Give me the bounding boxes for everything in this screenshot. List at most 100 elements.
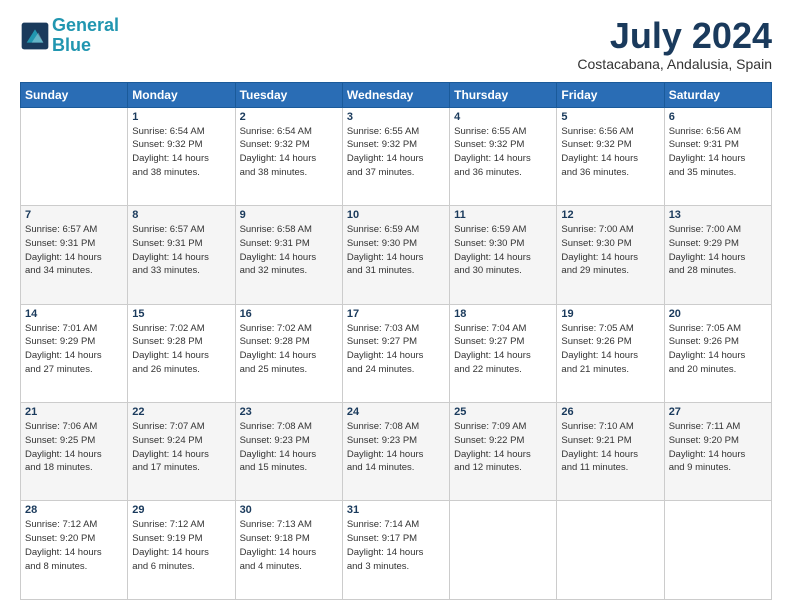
- day-cell: 6 Sunrise: 6:56 AM Sunset: 9:31 PM Daylig…: [664, 107, 771, 205]
- day-number: 2: [240, 111, 338, 123]
- day-cell: 7Sunrise: 6:57 AM Sunset: 9:31 PM Daylig…: [21, 206, 128, 304]
- week-row-0: 1 Sunrise: 6:54 AM Sunset: 9:32 PM Daylig…: [21, 107, 772, 205]
- day-cell: 8Sunrise: 6:57 AM Sunset: 9:31 PM Daylig…: [128, 206, 235, 304]
- day-cell: 25 Sunrise: 7:09 AM Sunset: 9:22 PM Dayli…: [450, 403, 557, 501]
- day-info: Sunrise: 6:59 AM Sunset: 9:30 PM Dayligh…: [347, 223, 445, 278]
- day-info: Sunrise: 7:09 AM Sunset: 9:22 PM Dayligh…: [454, 420, 552, 475]
- day-info: Sunrise: 6:59 AM Sunset: 9:30 PM Dayligh…: [454, 223, 552, 278]
- header: General Blue July 2024 Costacabana, Anda…: [20, 16, 772, 72]
- day-cell: 29 Sunrise: 7:12 AM Sunset: 9:19 PM Dayli…: [128, 501, 235, 600]
- header-day-wednesday: Wednesday: [342, 82, 449, 107]
- day-cell: 19 Sunrise: 7:05 AM Sunset: 9:26 PM Dayli…: [557, 304, 664, 402]
- logo-icon: [20, 21, 50, 51]
- day-cell: [664, 501, 771, 600]
- day-cell: 13Sunrise: 7:00 AM Sunset: 9:29 PM Dayli…: [664, 206, 771, 304]
- day-info: Sunrise: 7:01 AM Sunset: 9:29 PM Dayligh…: [25, 322, 123, 377]
- header-day-friday: Friday: [557, 82, 664, 107]
- day-cell: 26 Sunrise: 7:10 AM Sunset: 9:21 PM Dayli…: [557, 403, 664, 501]
- day-number: 26: [561, 406, 659, 418]
- day-number: 6: [669, 111, 767, 123]
- logo: General Blue: [20, 16, 119, 56]
- day-cell: 4Sunrise: 6:55 AM Sunset: 9:32 PM Daylig…: [450, 107, 557, 205]
- day-info: Sunrise: 7:12 AM Sunset: 9:20 PM Dayligh…: [25, 518, 123, 573]
- header-row: SundayMondayTuesdayWednesdayThursdayFrid…: [21, 82, 772, 107]
- day-number: 27: [669, 406, 767, 418]
- day-cell: [21, 107, 128, 205]
- day-info: Sunrise: 6:57 AM Sunset: 9:31 PM Dayligh…: [25, 223, 123, 278]
- logo-text: General Blue: [52, 16, 119, 56]
- day-number: 31: [347, 504, 445, 516]
- header-day-saturday: Saturday: [664, 82, 771, 107]
- day-info: Sunrise: 6:54 AM Sunset: 9:32 PM Dayligh…: [132, 125, 230, 180]
- day-number: 28: [25, 504, 123, 516]
- day-cell: 17 Sunrise: 7:03 AM Sunset: 9:27 PM Dayli…: [342, 304, 449, 402]
- month-title: July 2024: [577, 16, 772, 56]
- title-block: July 2024 Costacabana, Andalusia, Spain: [577, 16, 772, 72]
- day-cell: 21 Sunrise: 7:06 AM Sunset: 9:25 PM Dayli…: [21, 403, 128, 501]
- day-number: 23: [240, 406, 338, 418]
- day-info: Sunrise: 7:06 AM Sunset: 9:25 PM Dayligh…: [25, 420, 123, 475]
- day-number: 29: [132, 504, 230, 516]
- day-cell: 14Sunrise: 7:01 AM Sunset: 9:29 PM Dayli…: [21, 304, 128, 402]
- day-info: Sunrise: 7:05 AM Sunset: 9:26 PM Dayligh…: [669, 322, 767, 377]
- day-number: 19: [561, 308, 659, 320]
- day-cell: 5 Sunrise: 6:56 AM Sunset: 9:32 PM Daylig…: [557, 107, 664, 205]
- header-day-monday: Monday: [128, 82, 235, 107]
- week-row-3: 21 Sunrise: 7:06 AM Sunset: 9:25 PM Dayli…: [21, 403, 772, 501]
- day-cell: 12 Sunrise: 7:00 AM Sunset: 9:30 PM Dayli…: [557, 206, 664, 304]
- day-cell: 27 Sunrise: 7:11 AM Sunset: 9:20 PM Dayli…: [664, 403, 771, 501]
- day-cell: 2 Sunrise: 6:54 AM Sunset: 9:32 PM Daylig…: [235, 107, 342, 205]
- logo-line1: General: [52, 15, 119, 35]
- day-cell: 10 Sunrise: 6:59 AM Sunset: 9:30 PM Dayli…: [342, 206, 449, 304]
- day-number: 16: [240, 308, 338, 320]
- day-number: 22: [132, 406, 230, 418]
- day-info: Sunrise: 6:57 AM Sunset: 9:31 PM Dayligh…: [132, 223, 230, 278]
- day-number: 20: [669, 308, 767, 320]
- day-info: Sunrise: 7:12 AM Sunset: 9:19 PM Dayligh…: [132, 518, 230, 573]
- day-cell: 3Sunrise: 6:55 AM Sunset: 9:32 PM Daylig…: [342, 107, 449, 205]
- day-info: Sunrise: 6:56 AM Sunset: 9:32 PM Dayligh…: [561, 125, 659, 180]
- day-cell: 9 Sunrise: 6:58 AM Sunset: 9:31 PM Daylig…: [235, 206, 342, 304]
- day-info: Sunrise: 7:10 AM Sunset: 9:21 PM Dayligh…: [561, 420, 659, 475]
- day-number: 21: [25, 406, 123, 418]
- day-info: Sunrise: 7:00 AM Sunset: 9:30 PM Dayligh…: [561, 223, 659, 278]
- header-day-sunday: Sunday: [21, 82, 128, 107]
- day-info: Sunrise: 7:05 AM Sunset: 9:26 PM Dayligh…: [561, 322, 659, 377]
- day-cell: 20 Sunrise: 7:05 AM Sunset: 9:26 PM Dayli…: [664, 304, 771, 402]
- day-cell: 30Sunrise: 7:13 AM Sunset: 9:18 PM Dayli…: [235, 501, 342, 600]
- day-info: Sunrise: 7:14 AM Sunset: 9:17 PM Dayligh…: [347, 518, 445, 573]
- day-info: Sunrise: 7:03 AM Sunset: 9:27 PM Dayligh…: [347, 322, 445, 377]
- day-number: 10: [347, 209, 445, 221]
- day-number: 11: [454, 209, 552, 221]
- header-day-thursday: Thursday: [450, 82, 557, 107]
- day-cell: 16Sunrise: 7:02 AM Sunset: 9:28 PM Dayli…: [235, 304, 342, 402]
- day-cell: 22Sunrise: 7:07 AM Sunset: 9:24 PM Dayli…: [128, 403, 235, 501]
- day-number: 5: [561, 111, 659, 123]
- location-subtitle: Costacabana, Andalusia, Spain: [577, 56, 772, 72]
- day-info: Sunrise: 7:08 AM Sunset: 9:23 PM Dayligh…: [347, 420, 445, 475]
- day-number: 30: [240, 504, 338, 516]
- day-number: 1: [132, 111, 230, 123]
- day-info: Sunrise: 6:55 AM Sunset: 9:32 PM Dayligh…: [347, 125, 445, 180]
- day-cell: 24Sunrise: 7:08 AM Sunset: 9:23 PM Dayli…: [342, 403, 449, 501]
- calendar-table: SundayMondayTuesdayWednesdayThursdayFrid…: [20, 82, 772, 600]
- day-number: 17: [347, 308, 445, 320]
- day-info: Sunrise: 7:11 AM Sunset: 9:20 PM Dayligh…: [669, 420, 767, 475]
- day-number: 12: [561, 209, 659, 221]
- day-info: Sunrise: 7:02 AM Sunset: 9:28 PM Dayligh…: [132, 322, 230, 377]
- day-number: 18: [454, 308, 552, 320]
- day-info: Sunrise: 6:56 AM Sunset: 9:31 PM Dayligh…: [669, 125, 767, 180]
- day-cell: [450, 501, 557, 600]
- day-cell: [557, 501, 664, 600]
- day-number: 25: [454, 406, 552, 418]
- day-number: 9: [240, 209, 338, 221]
- day-cell: 15Sunrise: 7:02 AM Sunset: 9:28 PM Dayli…: [128, 304, 235, 402]
- day-cell: 18 Sunrise: 7:04 AM Sunset: 9:27 PM Dayli…: [450, 304, 557, 402]
- week-row-2: 14Sunrise: 7:01 AM Sunset: 9:29 PM Dayli…: [21, 304, 772, 402]
- day-info: Sunrise: 6:55 AM Sunset: 9:32 PM Dayligh…: [454, 125, 552, 180]
- day-cell: 23Sunrise: 7:08 AM Sunset: 9:23 PM Dayli…: [235, 403, 342, 501]
- day-info: Sunrise: 6:54 AM Sunset: 9:32 PM Dayligh…: [240, 125, 338, 180]
- day-info: Sunrise: 7:04 AM Sunset: 9:27 PM Dayligh…: [454, 322, 552, 377]
- day-cell: 1 Sunrise: 6:54 AM Sunset: 9:32 PM Daylig…: [128, 107, 235, 205]
- day-info: Sunrise: 6:58 AM Sunset: 9:31 PM Dayligh…: [240, 223, 338, 278]
